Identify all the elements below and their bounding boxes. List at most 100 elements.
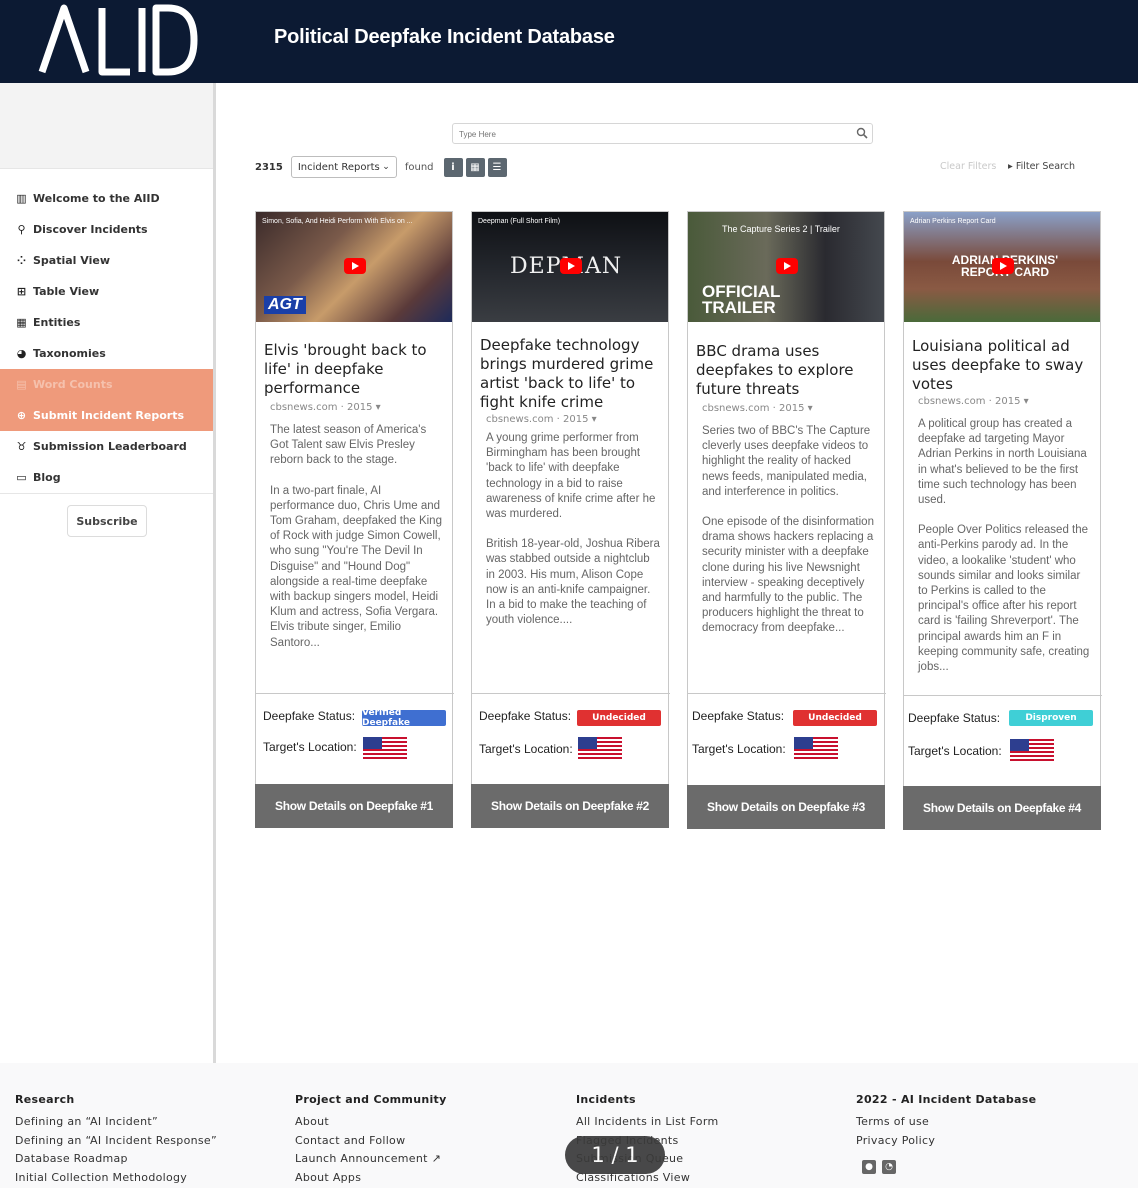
sidebar-divider: [0, 493, 213, 494]
footer-link[interactable]: All Incidents in List Form: [576, 1115, 718, 1134]
github-icon[interactable]: ●: [862, 1160, 876, 1174]
footer-link[interactable]: Database Roadmap: [15, 1152, 217, 1171]
video-thumbnail[interactable]: Simon, Sofia, And Heidi Perform With Elv…: [256, 212, 452, 322]
sidebar-item-label: Welcome to the AIID: [33, 192, 160, 205]
trophy-icon: ♉: [16, 440, 27, 453]
result-type-select[interactable]: Incident Reports ⌄: [290, 156, 397, 178]
sidebar-item-entities[interactable]: ▦ Entities: [0, 307, 213, 338]
card-excerpt: A young grime performer from Birmingham …: [486, 431, 660, 628]
video-caption: The Capture Series 2 | Trailer: [722, 224, 840, 234]
show-details-button[interactable]: Show Details on Deepfake #4: [903, 786, 1101, 830]
result-count: 2315: [255, 161, 283, 173]
card-title[interactable]: Elvis 'brought back to life' in deepfake…: [264, 341, 444, 398]
search-icon[interactable]: [856, 127, 868, 139]
footer-heading: 2022 - AI Incident Database: [856, 1093, 1037, 1106]
show-details-button[interactable]: Show Details on Deepfake #3: [687, 785, 885, 829]
video-thumbnail[interactable]: Adrian Perkins Report Card ADRIAN PERKIN…: [904, 212, 1100, 322]
pie-icon: ◕: [16, 347, 27, 360]
footer-link[interactable]: Defining an “AI Incident”: [15, 1115, 217, 1134]
footer-link[interactable]: Privacy Policy: [856, 1134, 1036, 1153]
status-badge: Undecided: [793, 710, 877, 726]
card-source[interactable]: cbsnews.com · 2015 ▾: [702, 403, 876, 414]
sidebar-item-blog[interactable]: ▭ Blog: [0, 462, 213, 493]
card-paragraph: In a two-part finale, AI performance duo…: [270, 484, 442, 649]
aiid-logo[interactable]: [38, 2, 198, 78]
list-view-button[interactable]: ☰: [487, 157, 507, 177]
site-header: Political Deepfake Incident Database: [0, 0, 1138, 83]
sidebar-item-submit[interactable]: ⊕ Submit Incident Reports: [0, 400, 213, 431]
card-source[interactable]: cbsnews.com · 2015 ▾: [486, 414, 660, 425]
sidebar-item-label: Blog: [33, 471, 61, 484]
footer-social-icons: ● ◔: [862, 1160, 1036, 1174]
table-icon: ⊞: [16, 285, 27, 298]
location-label: Target's Location:: [263, 740, 357, 754]
caret-down-icon: ▾: [591, 414, 597, 425]
status-badge: Verified Deepfake: [362, 708, 446, 728]
footer-link[interactable]: About: [295, 1115, 447, 1134]
play-icon[interactable]: [992, 258, 1014, 274]
card-source-label: cbsnews.com · 2015: [486, 414, 589, 425]
search-input[interactable]: [453, 125, 843, 144]
card-source-label: cbsnews.com · 2015: [702, 403, 805, 414]
filter-search-toggle[interactable]: ▸ Filter Search: [1008, 161, 1075, 172]
newspaper-icon: ▭: [16, 471, 27, 484]
book-icon: ▥: [16, 192, 27, 205]
sidebar-item-label: Entities: [33, 316, 81, 329]
play-icon[interactable]: [560, 258, 582, 274]
info-view-button[interactable]: i: [443, 157, 463, 177]
clear-filters-button[interactable]: Clear Filters: [940, 161, 996, 172]
sidebar-item-label: Spatial View: [33, 254, 110, 267]
caret-right-icon: ▸: [1008, 161, 1013, 172]
card-source[interactable]: cbsnews.com · 2015 ▾: [270, 402, 444, 413]
caret-down-icon: ▾: [1023, 396, 1029, 407]
card-title[interactable]: Deepfake technology brings murdered grim…: [480, 336, 660, 412]
sidebar-item-spatial[interactable]: ⁘ Spatial View: [0, 245, 213, 276]
incident-card-4: Adrian Perkins Report Card ADRIAN PERKIN…: [903, 211, 1102, 830]
info-icon: i: [451, 161, 455, 173]
card-title[interactable]: BBC drama uses deepfakes to explore futu…: [696, 342, 876, 399]
filter-search-label: Filter Search: [1015, 161, 1075, 172]
card-paragraph: A young grime performer from Birmingham …: [486, 432, 656, 521]
footer-link[interactable]: Defining an “AI Incident Response”: [15, 1134, 217, 1153]
us-flag-icon: [794, 737, 838, 761]
location-label: Target's Location:: [908, 744, 1002, 758]
show-details-button[interactable]: Show Details on Deepfake #2: [471, 784, 669, 828]
plus-circle-icon: ⊕: [16, 409, 27, 422]
sidebar-item-label: Table View: [33, 285, 100, 298]
rss-icon[interactable]: ◔: [882, 1160, 896, 1174]
grid-view-button[interactable]: ▦: [465, 157, 485, 177]
play-icon[interactable]: [344, 258, 366, 274]
sidebar-item-label: Submit Incident Reports: [33, 409, 185, 422]
location-label: Target's Location:: [692, 742, 786, 756]
sidebar-item-label: Word Counts: [33, 378, 113, 391]
video-thumbnail[interactable]: The Capture Series 2 | Trailer OFFICIAL …: [688, 212, 884, 322]
sidebar-item-table[interactable]: ⊞ Table View: [0, 276, 213, 307]
play-icon[interactable]: [776, 258, 798, 274]
video-caption: Adrian Perkins Report Card: [910, 218, 996, 225]
footer-link[interactable]: Terms of use: [856, 1115, 1036, 1134]
sidebar-item-word-counts[interactable]: ▤ Word Counts: [0, 369, 213, 400]
card-paragraph: A political group has created a deepfake…: [918, 418, 1087, 507]
status-label: Deepfake Status:: [479, 709, 572, 723]
card-title[interactable]: Louisiana political ad uses deepfake to …: [912, 337, 1092, 394]
show-details-button[interactable]: Show Details on Deepfake #1: [255, 784, 453, 828]
card-paragraph: One episode of the disinformation drama …: [702, 516, 874, 635]
footer-column-legal: 2022 - AI Incident Database Terms of use…: [856, 1093, 1036, 1174]
card-source-label: cbsnews.com · 2015: [918, 396, 1021, 407]
card-source[interactable]: cbsnews.com · 2015 ▾: [918, 396, 1092, 407]
external-link-icon: ↗: [431, 1152, 442, 1165]
video-thumbnail[interactable]: Deepman (Full Short Film) DEPMAN: [472, 212, 668, 322]
footer-link[interactable]: Initial Collection Methodology: [15, 1171, 217, 1188]
footer-link-launch[interactable]: Launch Announcement ↗: [295, 1152, 447, 1171]
footer-link[interactable]: Contact and Follow: [295, 1134, 447, 1153]
sidebar-item-discover[interactable]: ⚲ Discover Incidents: [0, 214, 213, 245]
sidebar-item-leaderboard[interactable]: ♉ Submission Leaderboard: [0, 431, 213, 462]
counts-icon: ▤: [16, 378, 27, 391]
list-icon: ☰: [492, 161, 502, 173]
sidebar-item-welcome[interactable]: ▥ Welcome to the AIID: [0, 183, 213, 214]
subscribe-button[interactable]: Subscribe: [67, 505, 147, 537]
footer-link[interactable]: About Apps: [295, 1171, 447, 1188]
video-overlay-text: OFFICIAL TRAILER: [702, 282, 781, 317]
status-block: Deepfake Status: Undecided Target's Loca…: [688, 693, 886, 783]
sidebar-item-taxonomies[interactable]: ◕ Taxonomies: [0, 338, 213, 369]
